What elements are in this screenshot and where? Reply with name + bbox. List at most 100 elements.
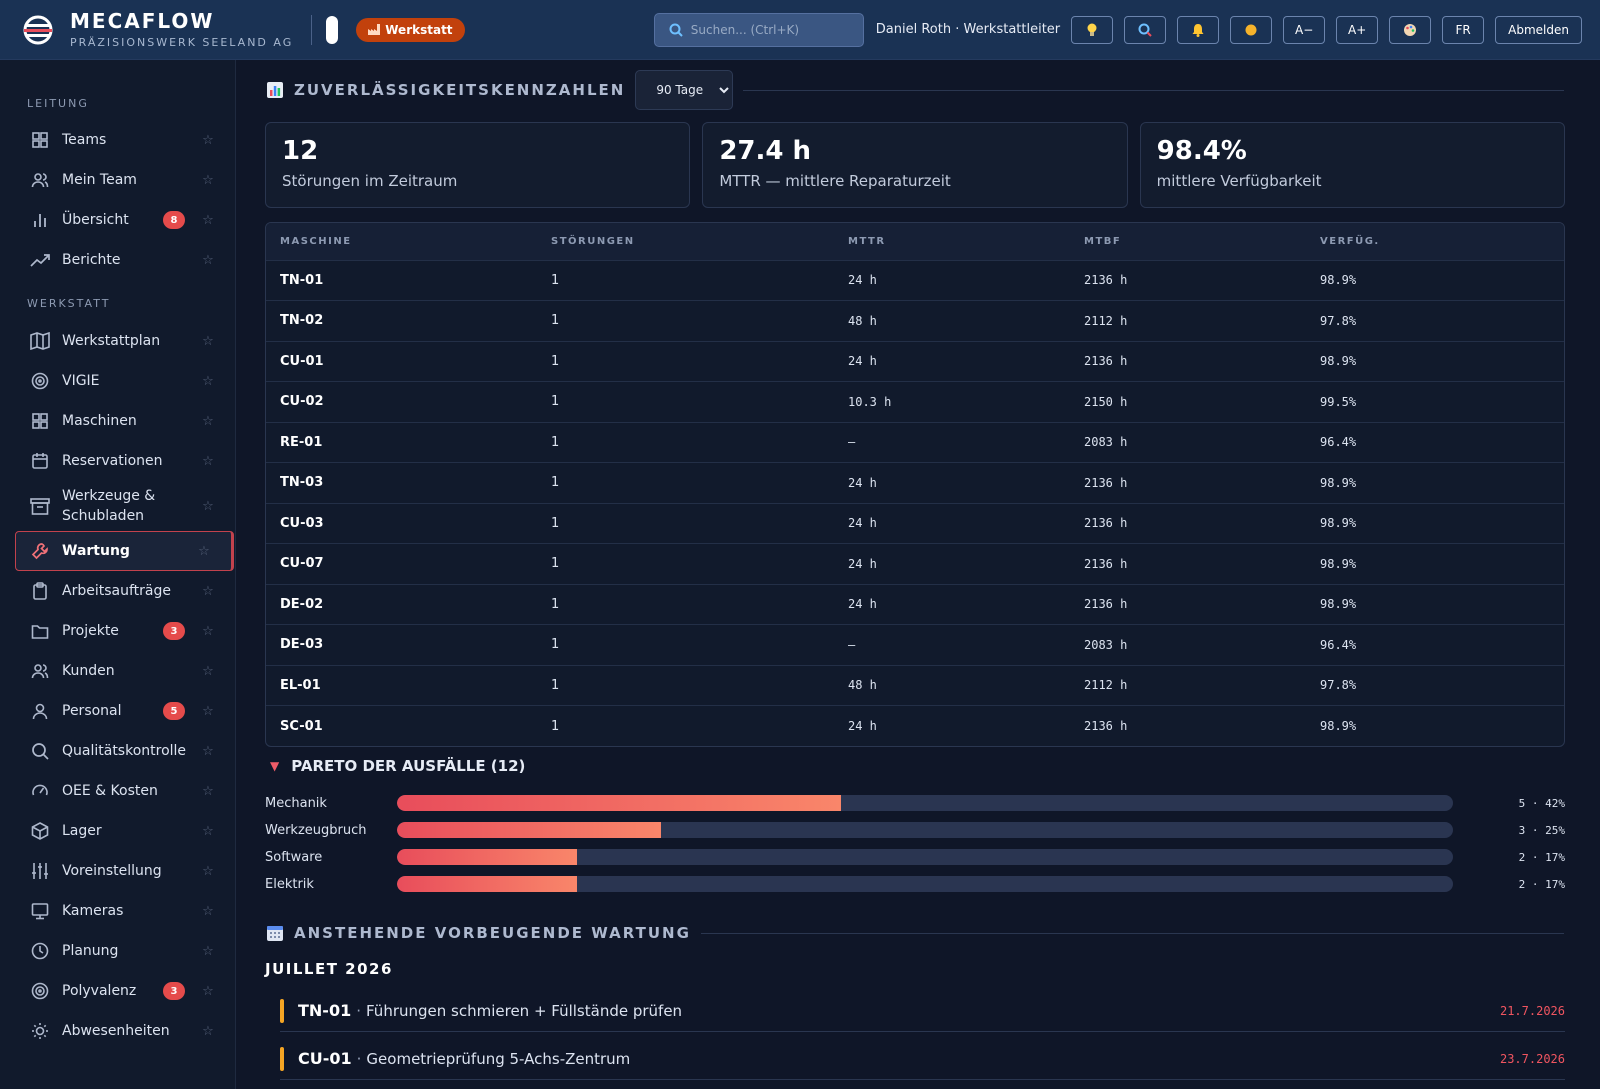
sidebar-item-reservationen[interactable]: Reservationen ☆ bbox=[0, 441, 235, 481]
incidents-cell: 1 bbox=[537, 421, 834, 463]
star-icon[interactable]: ☆ bbox=[201, 213, 215, 228]
maintenance-item[interactable]: CU-01 · Geometrieprüfung 5-Achs-Zentrum … bbox=[280, 1038, 1565, 1080]
star-icon[interactable]: ☆ bbox=[197, 544, 211, 559]
sidebar-item-oee-kosten[interactable]: OEE & Kosten ☆ bbox=[0, 771, 235, 811]
table-row[interactable]: CU-01 1 24 h 2136 h 98.9% bbox=[266, 340, 1564, 382]
sidebar-item-planung[interactable]: Planung ☆ bbox=[0, 931, 235, 971]
star-icon[interactable]: ☆ bbox=[201, 624, 215, 639]
sidebar-item-projekte[interactable]: Projekte 3 ☆ bbox=[0, 611, 235, 651]
pareto-header[interactable]: ▼ PARETO DER AUSFÄLLE (12) bbox=[270, 757, 525, 775]
column-header[interactable]: MASCHINE bbox=[266, 223, 537, 260]
table-row[interactable]: TN-02 1 48 h 2112 h 97.8% bbox=[266, 300, 1564, 341]
star-icon[interactable]: ☆ bbox=[201, 784, 215, 799]
trend-icon bbox=[30, 250, 50, 270]
logout-button[interactable]: Abmelden bbox=[1495, 15, 1582, 44]
brand: MECAFLOW PRÄZISIONSWERK SEELAND AG bbox=[70, 11, 293, 48]
machine-cell: CU-07 bbox=[266, 543, 537, 584]
table-row[interactable]: CU-03 1 24 h 2136 h 98.9% bbox=[266, 502, 1564, 544]
sidebar-item-kunden[interactable]: Kunden ☆ bbox=[0, 651, 235, 691]
brand-name: MECAFLOW bbox=[70, 9, 215, 33]
kpi-value: 12 bbox=[282, 136, 319, 166]
sidebar-item-label: Mein Team bbox=[62, 171, 137, 188]
sidebar-item-personal[interactable]: Personal 5 ☆ bbox=[0, 691, 235, 731]
incidents-cell: 1 bbox=[537, 543, 834, 584]
context-badge[interactable]: Werkstatt bbox=[356, 17, 465, 42]
star-icon[interactable]: ☆ bbox=[201, 824, 215, 839]
table-row[interactable]: CU-07 1 24 h 2136 h 98.9% bbox=[266, 543, 1564, 584]
star-icon[interactable]: ☆ bbox=[201, 173, 215, 188]
pareto-row: Werkzeugbruch 3 · 25% bbox=[265, 821, 1565, 839]
search-box[interactable] bbox=[653, 12, 864, 47]
search-input[interactable] bbox=[690, 22, 851, 37]
sidebar-toggle[interactable] bbox=[326, 15, 339, 44]
table-row[interactable]: DE-02 1 24 h 2136 h 98.9% bbox=[266, 583, 1564, 625]
table-header-row: MASCHINE STÖRUNGEN MTTR MTBF VERFÜG. bbox=[266, 223, 1564, 260]
pareto-label: Elektrik bbox=[265, 876, 314, 892]
pareto-row: Elektrik 2 · 17% bbox=[265, 875, 1565, 893]
sidebar-item-qualitaetskontrolle[interactable]: Qualitätskontrolle ☆ bbox=[0, 731, 235, 771]
sidebar-item-uebersicht[interactable]: Übersicht 8 ☆ bbox=[0, 200, 235, 240]
sidebar-item-teams[interactable]: Teams ☆ bbox=[0, 120, 235, 160]
star-icon[interactable]: ☆ bbox=[201, 334, 215, 349]
theme-button[interactable] bbox=[1230, 15, 1273, 44]
star-icon[interactable]: ☆ bbox=[201, 744, 215, 759]
sidebar-item-werkzeuge[interactable]: Werkzeuge & Schubladen ☆ bbox=[0, 481, 235, 531]
font-larger-button[interactable]: A+ bbox=[1336, 15, 1379, 44]
language-button[interactable]: FR bbox=[1442, 15, 1485, 44]
availability-cell: 97.8% bbox=[1306, 300, 1564, 341]
star-icon[interactable]: ☆ bbox=[201, 904, 215, 919]
sidebar-item-arbeitsauftraege[interactable]: Arbeitsaufträge ☆ bbox=[0, 571, 235, 611]
star-icon[interactable]: ☆ bbox=[201, 984, 215, 999]
mttr-cell: 24 h bbox=[834, 583, 1070, 625]
star-icon[interactable]: ☆ bbox=[201, 499, 215, 514]
sidebar-item-label: Werkstattplan bbox=[62, 332, 161, 349]
star-icon[interactable]: ☆ bbox=[201, 664, 215, 679]
table-row[interactable]: SC-01 1 24 h 2136 h 98.9% bbox=[266, 705, 1564, 746]
sidebar-item-vigie[interactable]: VIGIE ☆ bbox=[0, 361, 235, 401]
column-header[interactable]: MTBF bbox=[1070, 223, 1306, 260]
column-header[interactable]: VERFÜG. bbox=[1306, 223, 1564, 260]
star-icon[interactable]: ☆ bbox=[201, 454, 215, 469]
quick-search-button[interactable] bbox=[1124, 15, 1167, 44]
star-icon[interactable]: ☆ bbox=[201, 584, 215, 599]
sidebar-item-berichte[interactable]: Berichte ☆ bbox=[0, 240, 235, 280]
table-row[interactable]: TN-01 1 24 h 2136 h 98.9% bbox=[266, 259, 1564, 301]
star-icon[interactable]: ☆ bbox=[201, 253, 215, 268]
sidebar-item-maschinen[interactable]: Maschinen ☆ bbox=[0, 401, 235, 441]
star-icon[interactable]: ☆ bbox=[201, 864, 215, 879]
sidebar-item-voreinstellung[interactable]: Voreinstellung ☆ bbox=[0, 851, 235, 891]
star-icon[interactable]: ☆ bbox=[201, 133, 215, 148]
palette-button[interactable] bbox=[1389, 15, 1432, 44]
star-icon[interactable]: ☆ bbox=[201, 704, 215, 719]
star-icon[interactable]: ☆ bbox=[201, 414, 215, 429]
period-select[interactable]: 90 Tage bbox=[635, 70, 734, 110]
star-icon[interactable]: ☆ bbox=[201, 944, 215, 959]
sidebar-item-mein-team[interactable]: Mein Team ☆ bbox=[0, 160, 235, 200]
column-header[interactable]: STÖRUNGEN bbox=[537, 223, 834, 260]
table-row[interactable]: RE-01 1—2083 h 96.4% bbox=[266, 421, 1564, 463]
mttr-cell: 48 h bbox=[834, 300, 1070, 341]
pareto-bar-track bbox=[397, 795, 1453, 811]
top-bar: MECAFLOW PRÄZISIONSWERK SEELAND AG Werks… bbox=[0, 0, 1600, 60]
maintenance-description: Führungen schmieren + Füllstände prüfen bbox=[366, 1001, 683, 1020]
tips-button[interactable] bbox=[1071, 15, 1114, 44]
table-row[interactable]: CU-02 1 10.3 h 2150 h 99.5% bbox=[266, 381, 1564, 422]
star-icon[interactable]: ☆ bbox=[201, 374, 215, 389]
sidebar-item-abwesenheiten[interactable]: Abwesenheiten ☆ bbox=[0, 1011, 235, 1051]
availability-cell: 97.8% bbox=[1306, 664, 1564, 706]
table-row[interactable]: TN-03 1 24 h 2136 h 98.9% bbox=[266, 462, 1564, 503]
column-header[interactable]: MTTR bbox=[834, 223, 1070, 260]
table-row[interactable]: EL-01 1 48 h 2112 h 97.8% bbox=[266, 664, 1564, 706]
table-row[interactable]: DE-03 1—2083 h 96.4% bbox=[266, 624, 1564, 665]
notifications-button[interactable] bbox=[1177, 15, 1220, 44]
sidebar-item-lager[interactable]: Lager ☆ bbox=[0, 811, 235, 851]
font-smaller-button[interactable]: A− bbox=[1283, 15, 1326, 44]
maintenance-item[interactable]: TN-01 · Führungen schmieren + Füllstände… bbox=[280, 990, 1565, 1032]
sidebar-item-kameras[interactable]: Kameras ☆ bbox=[0, 891, 235, 931]
availability-cell: 98.9% bbox=[1306, 462, 1564, 503]
collapse-triangle-icon[interactable]: ▼ bbox=[270, 759, 279, 773]
star-icon[interactable]: ☆ bbox=[201, 1024, 215, 1039]
sidebar-item-wartung[interactable]: Wartung ☆ bbox=[15, 531, 234, 571]
sidebar-item-werkstattplan[interactable]: Werkstattplan ☆ bbox=[0, 321, 235, 361]
sidebar-item-polyvalenz[interactable]: Polyvalenz 3 ☆ bbox=[0, 971, 235, 1011]
